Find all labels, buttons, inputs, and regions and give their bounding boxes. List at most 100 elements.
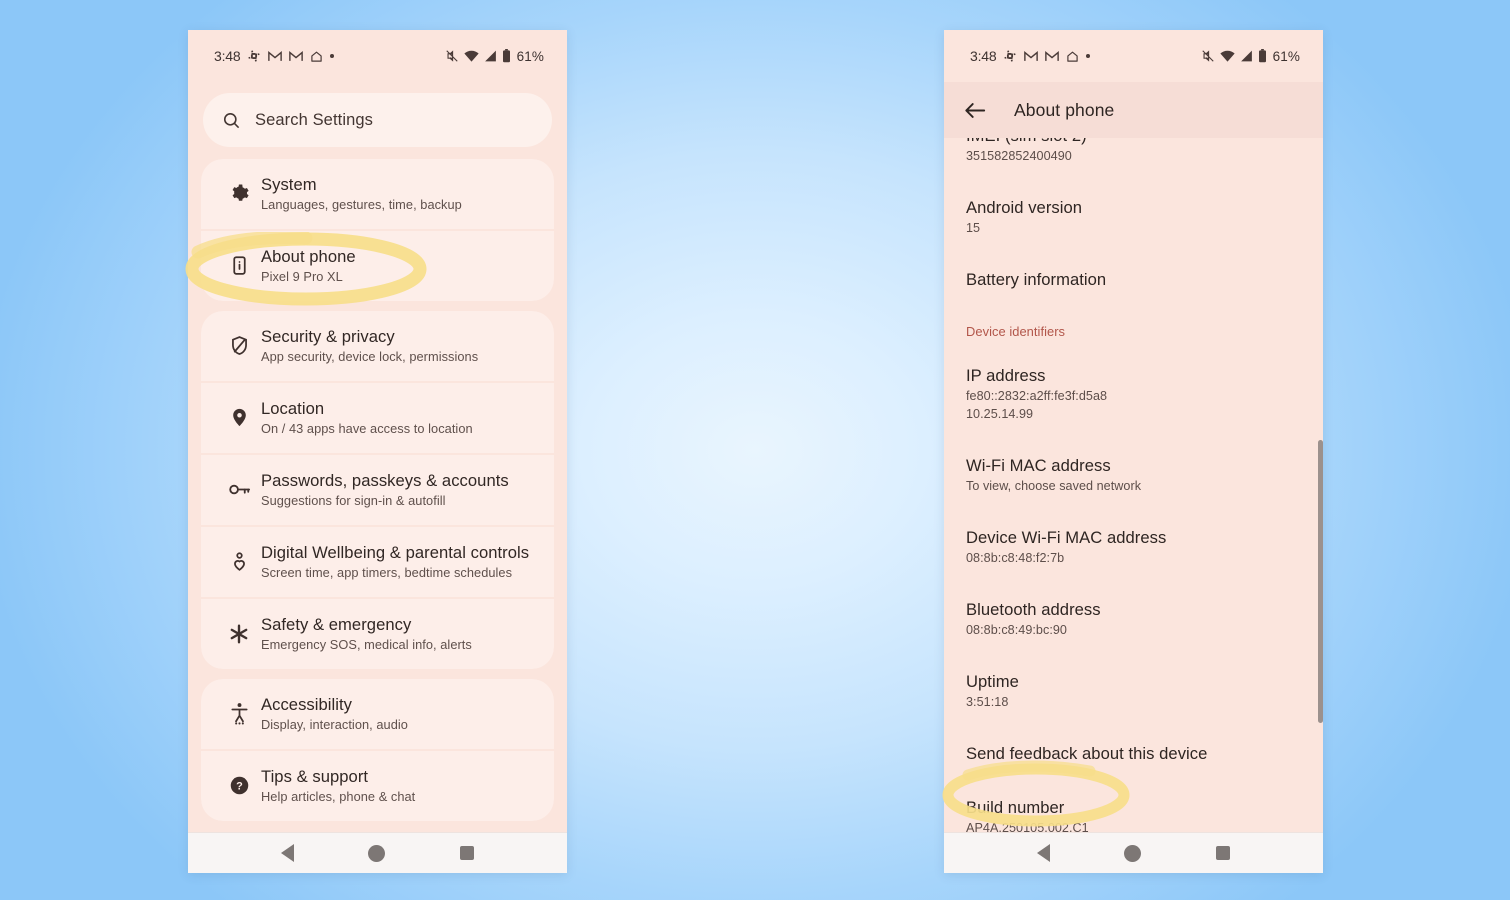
recents-square-icon[interactable] bbox=[459, 846, 474, 860]
detail-row-value: 08:8b:c8:49:bc:90 bbox=[966, 623, 1067, 637]
battery-icon bbox=[502, 49, 511, 63]
status-bar-left-icons: 3:48 bbox=[970, 48, 1091, 64]
detail-row-value: 08:8b:c8:48:f2:7b bbox=[966, 551, 1065, 565]
cellular-signal-icon bbox=[1240, 50, 1253, 62]
detail-row-value: 351582852400490 bbox=[966, 149, 1072, 163]
detail-row-wi-fi-mac-address[interactable]: Wi-Fi MAC address To view, choose saved n… bbox=[944, 456, 1323, 495]
cellular-signal-icon bbox=[484, 50, 497, 62]
detail-row-value: fe80::2832:a2ff:fe3f:d5a8 10.25.14.99 bbox=[966, 389, 1108, 422]
navigation-bar-left bbox=[188, 832, 567, 873]
settings-list: System Languages, gestures, time, backup A… bbox=[188, 147, 567, 831]
location-pin-icon bbox=[217, 407, 261, 428]
detail-row-uptime[interactable]: Uptime 3:51:18 bbox=[944, 672, 1323, 711]
detail-row-ip-address[interactable]: IP addressfe80::2832:a2ff:fe3f:d5a8 10.2… bbox=[944, 366, 1323, 424]
settings-row-subtitle: App security, device lock, permissions bbox=[261, 348, 479, 364]
status-bar-left: 3:48 61% bbox=[188, 30, 567, 82]
home-circle-icon[interactable] bbox=[1124, 844, 1142, 862]
settings-group: Accessibility Display, interaction, audio… bbox=[201, 679, 554, 821]
screenshot-canvas: 3:48 61% Search Settings System Language… bbox=[0, 0, 1510, 900]
phone-info-icon bbox=[217, 255, 261, 276]
gmail-icon bbox=[268, 50, 283, 62]
detail-row-build-number[interactable]: Build number AP4A.250105.002.C1 bbox=[944, 798, 1323, 832]
settings-row-subtitle: Emergency SOS, medical info, alerts bbox=[261, 636, 472, 652]
wifi-icon bbox=[1220, 50, 1235, 62]
mute-icon bbox=[1201, 49, 1215, 63]
settings-row-safety-emergency[interactable]: Safety & emergency Emergency SOS, medical… bbox=[201, 599, 554, 669]
detail-row-value: To view, choose saved network bbox=[966, 479, 1142, 493]
status-bar-right: 3:48 61% bbox=[944, 30, 1323, 82]
settings-row-passwords-passkeys-accounts[interactable]: Passwords, passkeys & accounts Suggestion… bbox=[201, 455, 554, 525]
settings-row-title: About phone bbox=[261, 246, 356, 266]
settings-row-system[interactable]: System Languages, gestures, time, backup bbox=[201, 159, 554, 229]
search-container: Search Settings bbox=[188, 82, 567, 147]
home-circle-icon[interactable] bbox=[368, 844, 386, 862]
settings-row-text: Digital Wellbeing & parental controls Scr… bbox=[261, 543, 529, 580]
gear-icon bbox=[217, 183, 261, 204]
help-circle-icon: ? bbox=[217, 775, 261, 796]
dot-icon bbox=[330, 54, 335, 58]
recents-square-icon[interactable] bbox=[1215, 846, 1230, 860]
settings-group: Security & privacy App security, device l… bbox=[201, 311, 554, 669]
detail-row-title: IMEI (sim slot 2) bbox=[966, 138, 1301, 146]
phone-screenshot-about-phone: 3:48 61% About phone 351582852400490 And… bbox=[944, 30, 1323, 873]
gmail-icon bbox=[289, 50, 304, 62]
status-bar-left-icons: 3:48 bbox=[214, 48, 335, 64]
back-triangle-icon[interactable] bbox=[1037, 844, 1051, 862]
detail-row-bluetooth-address[interactable]: Bluetooth address 08:8b:c8:49:bc:90 bbox=[944, 600, 1323, 639]
settings-row-tips-support[interactable]: ? Tips & support Help articles, phone & ch… bbox=[201, 751, 554, 821]
settings-row-accessibility[interactable]: Accessibility Display, interaction, audio bbox=[201, 679, 554, 749]
settings-row-subtitle: Languages, gestures, time, backup bbox=[261, 196, 462, 212]
shield-icon bbox=[217, 335, 261, 356]
battery-icon bbox=[1258, 49, 1267, 63]
about-phone-screen: 3:48 61% About phone 351582852400490 And… bbox=[944, 30, 1323, 832]
settings-row-text: Passwords, passkeys & accounts Suggestion… bbox=[261, 471, 509, 508]
settings-row-title: System bbox=[261, 174, 317, 194]
detail-row-send-feedback-about-this-device[interactable]: Send feedback about this device bbox=[944, 744, 1323, 764]
search-placeholder: Search Settings bbox=[255, 110, 373, 129]
nest-home-icon bbox=[310, 50, 323, 63]
detail-row-imei-sim-slot-2[interactable]: IMEI (sim slot 2) 351582852400490 bbox=[944, 138, 1323, 165]
detail-row-title: Uptime bbox=[966, 672, 1019, 691]
gmail-icon bbox=[1024, 50, 1039, 62]
settings-row-digital-wellbeing-parental-controls[interactable]: Digital Wellbeing & parental controls Scr… bbox=[201, 527, 554, 597]
detail-row-value: 15 bbox=[966, 221, 981, 235]
back-triangle-icon[interactable] bbox=[281, 844, 295, 862]
settings-row-subtitle: Pixel 9 Pro XL bbox=[261, 268, 343, 284]
svg-text:?: ? bbox=[236, 781, 243, 793]
settings-row-title: Safety & emergency bbox=[261, 614, 412, 634]
settings-screen: 3:48 61% Search Settings System Language… bbox=[188, 30, 567, 832]
detail-row-title: Bluetooth address bbox=[966, 600, 1101, 619]
accessibility-icon bbox=[217, 702, 261, 725]
settings-row-subtitle: On / 43 apps have access to location bbox=[261, 420, 473, 436]
search-input[interactable]: Search Settings bbox=[203, 93, 552, 147]
settings-row-text: Security & privacy App security, device l… bbox=[261, 327, 478, 364]
detail-row-device-wi-fi-mac-address[interactable]: Device Wi-Fi MAC address 08:8b:c8:48:f2:7… bbox=[944, 528, 1323, 567]
battery-percent: 61% bbox=[1272, 48, 1300, 64]
search-icon bbox=[222, 111, 241, 130]
wellbeing-icon bbox=[217, 551, 261, 572]
scrollbar-thumb[interactable] bbox=[1318, 440, 1323, 723]
navigation-bar-right bbox=[944, 832, 1323, 873]
about-phone-detail-list[interactable]: IMEI (sim slot 2) 351582852400490 Android … bbox=[944, 138, 1323, 832]
detail-row-android-version[interactable]: Android version 15 bbox=[944, 198, 1323, 237]
settings-row-text: Safety & emergency Emergency SOS, medical… bbox=[261, 615, 472, 652]
back-arrow-icon[interactable] bbox=[964, 101, 986, 120]
settings-row-subtitle: Suggestions for sign-in & autofill bbox=[261, 492, 446, 508]
detail-row-title: Build number bbox=[966, 798, 1065, 817]
settings-row-subtitle: Help articles, phone & chat bbox=[261, 788, 416, 804]
wifi-icon bbox=[464, 50, 479, 62]
detail-row-title: Battery information bbox=[966, 270, 1107, 289]
phone-screenshot-settings-list: 3:48 61% Search Settings System Language… bbox=[188, 30, 567, 873]
settings-row-text: Tips & support Help articles, phone & cha… bbox=[261, 767, 415, 804]
settings-row-security-privacy[interactable]: Security & privacy App security, device l… bbox=[201, 311, 554, 381]
app-bar: About phone bbox=[944, 82, 1323, 138]
settings-group: System Languages, gestures, time, backup A… bbox=[201, 159, 554, 301]
settings-row-text: About phone Pixel 9 Pro XL bbox=[261, 247, 356, 284]
detail-row-title: Android version bbox=[966, 198, 1083, 217]
detail-row-title: Send feedback about this device bbox=[966, 744, 1208, 763]
settings-row-location[interactable]: Location On / 43 apps have access to loca… bbox=[201, 383, 554, 453]
settings-row-about-phone[interactable]: About phone Pixel 9 Pro XL bbox=[201, 231, 554, 301]
detail-row-battery-information[interactable]: Battery information bbox=[944, 270, 1323, 290]
slack-icon bbox=[1003, 49, 1017, 63]
detail-row-title: IP address bbox=[966, 366, 1046, 385]
